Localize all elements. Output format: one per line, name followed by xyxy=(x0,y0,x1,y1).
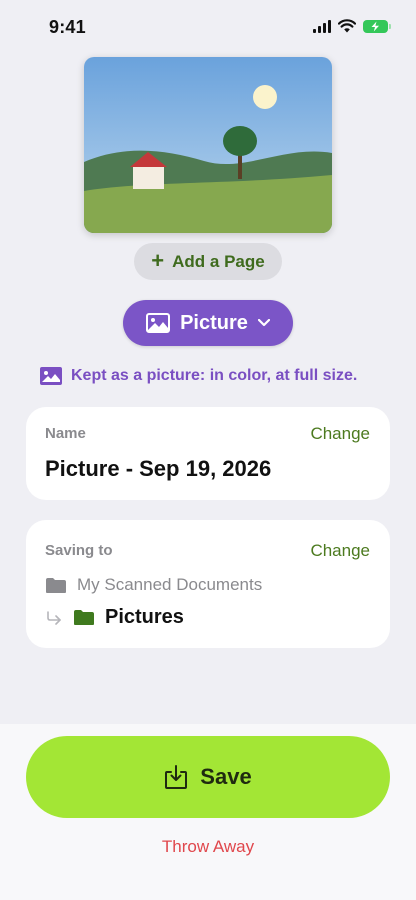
add-page-button[interactable]: + Add a Page xyxy=(134,243,282,280)
change-location-button[interactable]: Change xyxy=(310,541,370,561)
save-label: Save xyxy=(200,764,252,789)
destination-folder-row: Pictures xyxy=(45,606,184,629)
wifi-icon xyxy=(338,19,356,33)
photo-icon xyxy=(146,313,171,333)
saving-to-card: Saving to Change My Scanned Documents Pi… xyxy=(26,520,390,648)
landscape-illustration xyxy=(84,57,332,233)
scan-type-label: Picture xyxy=(180,311,248,334)
add-page-label: Add a Page xyxy=(172,251,265,271)
save-button[interactable]: Save xyxy=(26,736,390,818)
scan-preview-image[interactable] xyxy=(84,57,332,233)
parent-folder-row: My Scanned Documents xyxy=(45,575,262,595)
change-name-button[interactable]: Change xyxy=(310,424,370,444)
status-bar: 9:41 xyxy=(0,0,416,54)
saving-to-label: Saving to xyxy=(45,542,113,559)
name-label: Name xyxy=(45,425,86,442)
folder-icon xyxy=(74,610,94,625)
name-card: Name Change Picture - Sep 19, 2026 xyxy=(26,407,390,500)
destination-folder-name: Pictures xyxy=(105,606,184,628)
scan-mode-hint-text: Kept as a picture: in color, at full siz… xyxy=(71,367,358,384)
battery-charging-icon xyxy=(363,19,391,33)
subfolder-arrow-icon xyxy=(47,610,61,625)
photo-icon xyxy=(40,367,62,385)
status-icons xyxy=(313,19,391,33)
document-name: Picture - Sep 19, 2026 xyxy=(45,456,272,481)
save-to-tray-icon xyxy=(165,765,188,789)
cellular-signal-icon xyxy=(313,19,331,33)
scan-mode-hint: Kept as a picture: in color, at full siz… xyxy=(40,367,357,385)
throw-away-button[interactable]: Throw Away xyxy=(0,837,416,857)
folder-icon xyxy=(46,577,66,593)
chevron-down-icon xyxy=(257,319,270,327)
plus-icon: + xyxy=(151,247,165,273)
parent-folder-name: My Scanned Documents xyxy=(77,575,263,594)
scan-type-selector[interactable]: Picture xyxy=(123,300,293,346)
status-time: 9:41 xyxy=(49,17,86,37)
